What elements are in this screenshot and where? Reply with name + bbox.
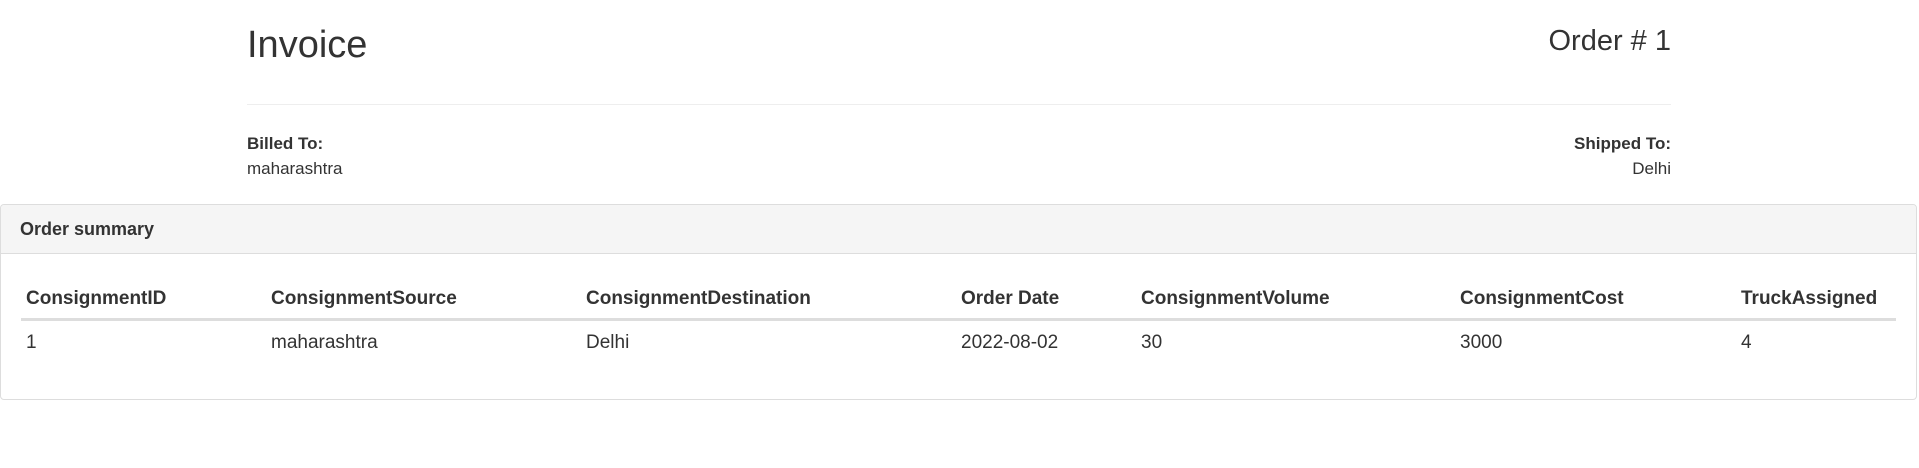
shipped-to-label: Shipped To:: [1574, 134, 1671, 153]
table-cell: 30: [1141, 332, 1163, 353]
column-header: ConsignmentSource: [266, 280, 581, 321]
divider: [247, 104, 1671, 105]
billed-to-value: maharashtra: [247, 159, 343, 178]
column-header: ConsignmentVolume: [1136, 280, 1455, 321]
billed-to-block: Billed To: maharashtra: [247, 131, 342, 181]
order-summary-heading: Order summary: [1, 205, 1916, 254]
column-header: TruckAssigned: [1736, 280, 1896, 321]
order-number: Order # 1: [1548, 25, 1672, 57]
table-cell: 2022-08-02: [961, 332, 1059, 353]
table-cell: Delhi: [586, 332, 630, 353]
order-summary-table: ConsignmentID ConsignmentSource Consignm…: [21, 280, 1896, 357]
column-header: ConsignmentID: [21, 280, 266, 321]
column-header: ConsignmentDestination: [581, 280, 956, 321]
table-cell: 3000: [1460, 332, 1503, 353]
column-header: Order Date: [956, 280, 1136, 321]
table-header-row: ConsignmentID ConsignmentSource Consignm…: [21, 280, 1896, 321]
order-summary-panel: Order summary ConsignmentID ConsignmentS…: [0, 204, 1917, 400]
column-header: ConsignmentCost: [1455, 280, 1736, 321]
shipped-to-block: Shipped To: Delhi: [1574, 131, 1671, 181]
shipped-to-value: Delhi: [1632, 159, 1671, 178]
billed-to-label: Billed To:: [247, 134, 324, 153]
table-cell: 1: [26, 332, 37, 353]
table-cell: maharashtra: [271, 332, 378, 353]
table-cell: 4: [1741, 332, 1752, 353]
table-row: 1 maharashtra Delhi 2022-08-02 30 3000 4: [21, 320, 1896, 358]
invoice-title: Invoice: [247, 24, 368, 66]
